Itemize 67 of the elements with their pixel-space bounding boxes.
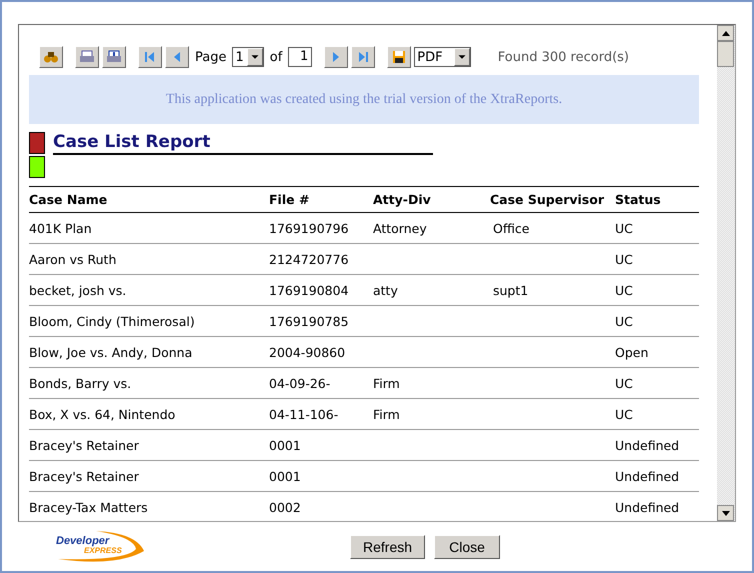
previous-page-button[interactable] bbox=[165, 46, 189, 68]
table-cell-text: 0001 bbox=[269, 438, 302, 452]
table-cell-text: Box, X vs. 64, Nintendo bbox=[29, 406, 176, 422]
table-cell-text: 1769190796 bbox=[269, 220, 350, 236]
trial-banner: This application was created using the trial version of the XtraReports. bbox=[29, 75, 699, 124]
save-button[interactable] bbox=[387, 46, 412, 68]
table-cell-text: Bracey's Retainer bbox=[29, 438, 140, 452]
table-cell-text: Bloom, Cindy (Thimerosal) bbox=[29, 314, 196, 328]
scrollbar-thumb[interactable] bbox=[717, 41, 734, 67]
table-cell-text: 1769190785 bbox=[269, 314, 350, 328]
column-header: Case Name bbox=[29, 192, 108, 207]
table-cell-text: 0002 bbox=[269, 500, 302, 514]
first-page-button[interactable] bbox=[138, 46, 162, 68]
column-header: Status bbox=[615, 192, 662, 207]
table-cell-text: Firm bbox=[373, 406, 401, 422]
table-cell-text: 1769190804 bbox=[269, 282, 350, 298]
page-label: Page bbox=[195, 50, 226, 64]
next-page-button[interactable] bbox=[324, 46, 348, 68]
scroll-down-button[interactable] bbox=[717, 505, 734, 521]
table-cell-text: UC bbox=[615, 314, 634, 328]
search-button[interactable] bbox=[39, 46, 63, 68]
table-cell-text: UC bbox=[615, 406, 634, 422]
table-cell-text: Open bbox=[615, 344, 650, 360]
refresh-button[interactable]: Refresh bbox=[350, 534, 426, 558]
table-cell-text: UC bbox=[615, 282, 634, 298]
table-cell-text: Office bbox=[492, 220, 530, 236]
table-cell-text: UC bbox=[615, 220, 634, 236]
table-cell-text: Undefined bbox=[615, 468, 680, 484]
table-cell-text: Blow, Joe vs. Andy, Donna bbox=[29, 344, 194, 360]
table-cell-text: atty bbox=[373, 282, 399, 298]
table-cell-text: Bracey's Retainer bbox=[29, 468, 140, 484]
table-cell-text: becket, josh vs. bbox=[29, 282, 128, 298]
of-label: of bbox=[270, 50, 282, 64]
table-cell-text: supt1 bbox=[492, 282, 530, 298]
table-cell-text: Undefined bbox=[615, 438, 680, 452]
table-cell-text: UC bbox=[615, 376, 634, 390]
table-cell-text: 2004-90860 bbox=[269, 344, 346, 360]
printer-icon bbox=[106, 50, 122, 64]
column-header: Atty-Div bbox=[373, 192, 432, 207]
binoculars-icon bbox=[43, 50, 59, 64]
table-cell-text: Bracey-Tax Matters bbox=[29, 500, 149, 514]
table-cell-text: Attorney bbox=[373, 220, 428, 236]
page-count-field[interactable]: 1 bbox=[288, 47, 312, 67]
table-cell-text: Bonds, Barry vs. bbox=[29, 376, 132, 390]
table-cell-text: 401K Plan bbox=[29, 220, 93, 236]
table-cell-text: Firm bbox=[373, 376, 401, 390]
close-button[interactable]: Close bbox=[434, 534, 500, 558]
last-page-button[interactable] bbox=[351, 46, 376, 68]
table-cell-text: UC bbox=[615, 252, 634, 266]
page-select[interactable]: 1 bbox=[232, 47, 264, 67]
table-cell-text: Undefined bbox=[615, 500, 680, 514]
format-select[interactable]: PDF bbox=[414, 47, 471, 67]
column-header: Case Supervisor bbox=[490, 192, 605, 207]
table-cell-text: 04-11-106- bbox=[269, 406, 340, 422]
up-triangle-icon bbox=[722, 30, 730, 36]
table-cell-text: 0001 bbox=[269, 468, 302, 484]
printer-icon bbox=[79, 50, 95, 64]
records-count: Found 300 record(s) bbox=[498, 50, 629, 64]
down-triangle-icon bbox=[722, 510, 730, 516]
scroll-up-button[interactable] bbox=[717, 25, 734, 41]
table-cell-text: Aaron vs Ruth bbox=[29, 252, 118, 266]
table-cell-text: 04-09-26- bbox=[269, 376, 332, 390]
table-cell-text: 2124720776 bbox=[269, 252, 350, 266]
column-header: File # bbox=[269, 192, 310, 207]
report-title: Case List Report bbox=[53, 132, 433, 155]
print-button[interactable] bbox=[75, 46, 99, 68]
print-page-button[interactable] bbox=[102, 46, 126, 68]
